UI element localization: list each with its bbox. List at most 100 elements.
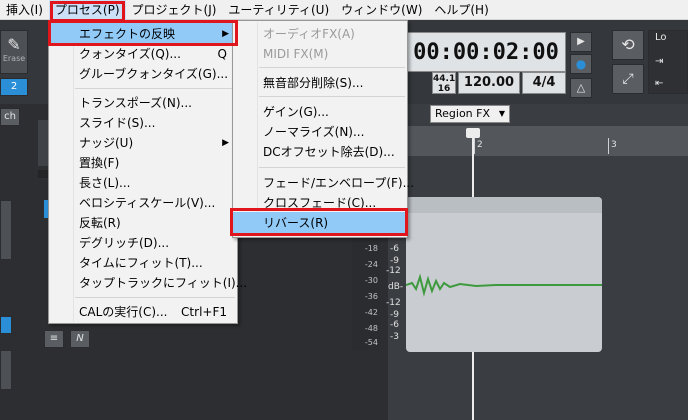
level-meter: -18 -24 -30 -36 -42 -48 -54 xyxy=(352,232,380,350)
menu-item-label: エフェクトの反映 xyxy=(79,27,176,41)
menu-item-label: CALの実行(C)... xyxy=(79,305,168,319)
menu-item-label: 反転(R) xyxy=(79,216,121,230)
scale-label: -12 xyxy=(386,298,401,308)
menu-separator xyxy=(259,96,405,97)
menu-item-midi-fx[interactable]: MIDI FX(M) xyxy=(233,43,407,65)
sample-rate-display[interactable]: 44.1 16 xyxy=(432,72,456,94)
menu-item-fade-envelope[interactable]: フェード/エンベロープ(F)... xyxy=(233,172,414,194)
scale-label: -12 xyxy=(386,266,401,276)
menu-item-fit-to-time[interactable]: タイムにフィット(T)... xyxy=(49,252,237,274)
menu-item-label: ナッジ(U) xyxy=(79,136,134,150)
loop-panel[interactable]: Lo ⇥ ⇤ xyxy=(648,30,688,94)
region-fx-dropdown[interactable]: Region FX ▼ xyxy=(430,105,510,123)
meter-display[interactable]: 4/4 xyxy=(522,72,566,94)
sample-rate: 44.1 xyxy=(433,74,456,84)
left-lower-control[interactable] xyxy=(0,350,12,390)
menu-item-label: クォンタイズ(Q)... xyxy=(79,47,181,61)
metronome-icon: △ xyxy=(576,81,586,94)
audio-clip[interactable] xyxy=(406,197,602,352)
menu-item-label: グルーブクォンタイズ(G)... xyxy=(79,67,229,81)
meter-label: -42 xyxy=(364,308,378,317)
menu-item-label: ノーマライズ(N)... xyxy=(263,125,365,139)
pencil-icon: ✎ xyxy=(7,35,21,54)
menu-help[interactable]: ヘルプ(H) xyxy=(428,0,494,20)
erase-tool-button[interactable]: ✎ Erase xyxy=(0,30,28,74)
meter-label: -48 xyxy=(364,324,378,333)
menu-item-label: ベロシティスケール(V)... xyxy=(79,196,216,210)
record-icon: ● xyxy=(575,57,587,71)
track-n-button[interactable]: N xyxy=(70,330,90,348)
menu-project[interactable]: プロジェクト(J) xyxy=(126,0,223,20)
meter-label: -24 xyxy=(364,260,378,269)
menu-item-slide[interactable]: スライド(S)... xyxy=(49,112,237,134)
left-slider[interactable] xyxy=(0,200,12,260)
channel-tab[interactable]: ch xyxy=(0,108,20,126)
loop-button[interactable]: ⟲ xyxy=(612,30,644,60)
menu-insert[interactable]: 挿入(I) xyxy=(0,0,49,20)
menu-item-fit-to-tap[interactable]: タップトラックにフィット(I)... xyxy=(49,272,247,294)
menu-process[interactable]: プロセス(P) xyxy=(48,0,126,20)
meter-label: -30 xyxy=(364,276,378,285)
menu-shortcut: Q xyxy=(217,47,227,61)
scale-label: -3 xyxy=(390,332,399,342)
erase-label: Erase xyxy=(2,54,26,63)
metronome-button[interactable]: △ xyxy=(570,78,592,98)
playhead-handle[interactable] xyxy=(466,128,480,138)
menu-utility[interactable]: ユーティリティ(U) xyxy=(222,0,335,20)
menu-item-transpose[interactable]: トランスポーズ(N)... xyxy=(49,92,237,114)
submenu-arrow-icon: ▶ xyxy=(222,29,229,39)
menu-item-length[interactable]: 長さ(L)... xyxy=(49,172,237,194)
menu-item-velocity-scale[interactable]: ベロシティスケール(V)... xyxy=(49,192,237,214)
menu-item-reverse-effect[interactable]: リバース(R) xyxy=(233,212,407,234)
ruler-number: 2 xyxy=(477,140,483,150)
menu-item-reverse[interactable]: 反転(R) xyxy=(49,212,237,234)
menu-item-audio-fx[interactable]: オーディオFX(A) xyxy=(233,23,407,45)
menu-bar: 挿入(I) プロセス(P) プロジェクト(J) ユーティリティ(U) ウィンドウ… xyxy=(0,0,688,20)
meter-label: -36 xyxy=(364,292,378,301)
menu-item-label: 無音部分削除(S)... xyxy=(263,76,364,90)
left-blue-button[interactable] xyxy=(0,316,12,334)
tempo-display[interactable]: 120.00 xyxy=(458,72,520,94)
menu-item-crossfade[interactable]: クロスフェード(C)... xyxy=(233,192,407,214)
chevron-down-icon: ▼ xyxy=(498,109,505,118)
menu-item-label: フェード/エンベロープ(F)... xyxy=(263,176,415,190)
menu-item-label: オーディオFX(A) xyxy=(263,27,355,41)
region-fx-label: Region FX xyxy=(435,107,491,120)
submenu-arrow-icon: ▶ xyxy=(222,138,229,148)
menu-item-label: MIDI FX(M) xyxy=(263,47,329,61)
menu-item-label: タイムにフィット(T)... xyxy=(79,256,203,270)
menu-item-label: スライド(S)... xyxy=(79,116,156,130)
track-menu-button[interactable]: ≡ xyxy=(44,330,64,348)
menu-item-groove-quantize[interactable]: グルーブクォンタイズ(G)... xyxy=(49,63,237,85)
number-badge[interactable]: 2 xyxy=(0,78,28,96)
time-display[interactable]: 00:00:02:00 xyxy=(406,32,566,72)
menu-item-label: 置換(F) xyxy=(79,156,120,170)
menu-separator xyxy=(75,297,235,298)
menu-separator xyxy=(75,88,235,89)
menu-item-label: DCオフセット除去(D)... xyxy=(263,145,395,159)
menu-item-gain[interactable]: ゲイン(G)... xyxy=(233,101,407,123)
menu-item-remove-dc-offset[interactable]: DCオフセット除去(D)... xyxy=(233,141,407,163)
timeline-ruler[interactable]: 2 3 xyxy=(388,126,688,156)
scale-label: -6 xyxy=(390,320,399,330)
loop-icon: ⟲ xyxy=(621,35,635,54)
menu-item-nudge[interactable]: ナッジ(U) ▶ xyxy=(49,132,237,154)
menu-window[interactable]: ウィンドウ(W) xyxy=(335,0,428,20)
record-button[interactable]: ● xyxy=(570,54,592,74)
play-button[interactable]: ▶ xyxy=(570,32,592,52)
waveform xyxy=(406,273,602,297)
play-icon: ▶ xyxy=(577,36,585,47)
menu-item-normalize[interactable]: ノーマライズ(N)... xyxy=(233,121,407,143)
menu-item-remove-silence[interactable]: 無音部分削除(S)... xyxy=(233,72,407,94)
arrow-icon: ⇤ xyxy=(655,78,664,89)
menu-item-run-cal[interactable]: CALの実行(C)... Ctrl+F1 xyxy=(49,301,237,323)
menu-item-quantize[interactable]: クォンタイズ(Q)... Q xyxy=(49,43,237,65)
menu-item-label: トランスポーズ(N)... xyxy=(79,96,192,110)
apply-effects-submenu: オーディオFX(A) MIDI FX(M) 無音部分削除(S)... ゲイン(G… xyxy=(232,20,414,238)
menu-item-label: ゲイン(G)... xyxy=(263,105,329,119)
menu-item-deglitch[interactable]: デグリッチ(D)... xyxy=(49,232,237,254)
punch-button[interactable]: ⤢ xyxy=(612,64,644,94)
menu-item-replace[interactable]: 置換(F) xyxy=(49,152,237,174)
menu-item-apply-effects[interactable]: エフェクトの反映 ▶ xyxy=(49,23,237,45)
menu-item-label: リバース(R) xyxy=(263,216,329,230)
